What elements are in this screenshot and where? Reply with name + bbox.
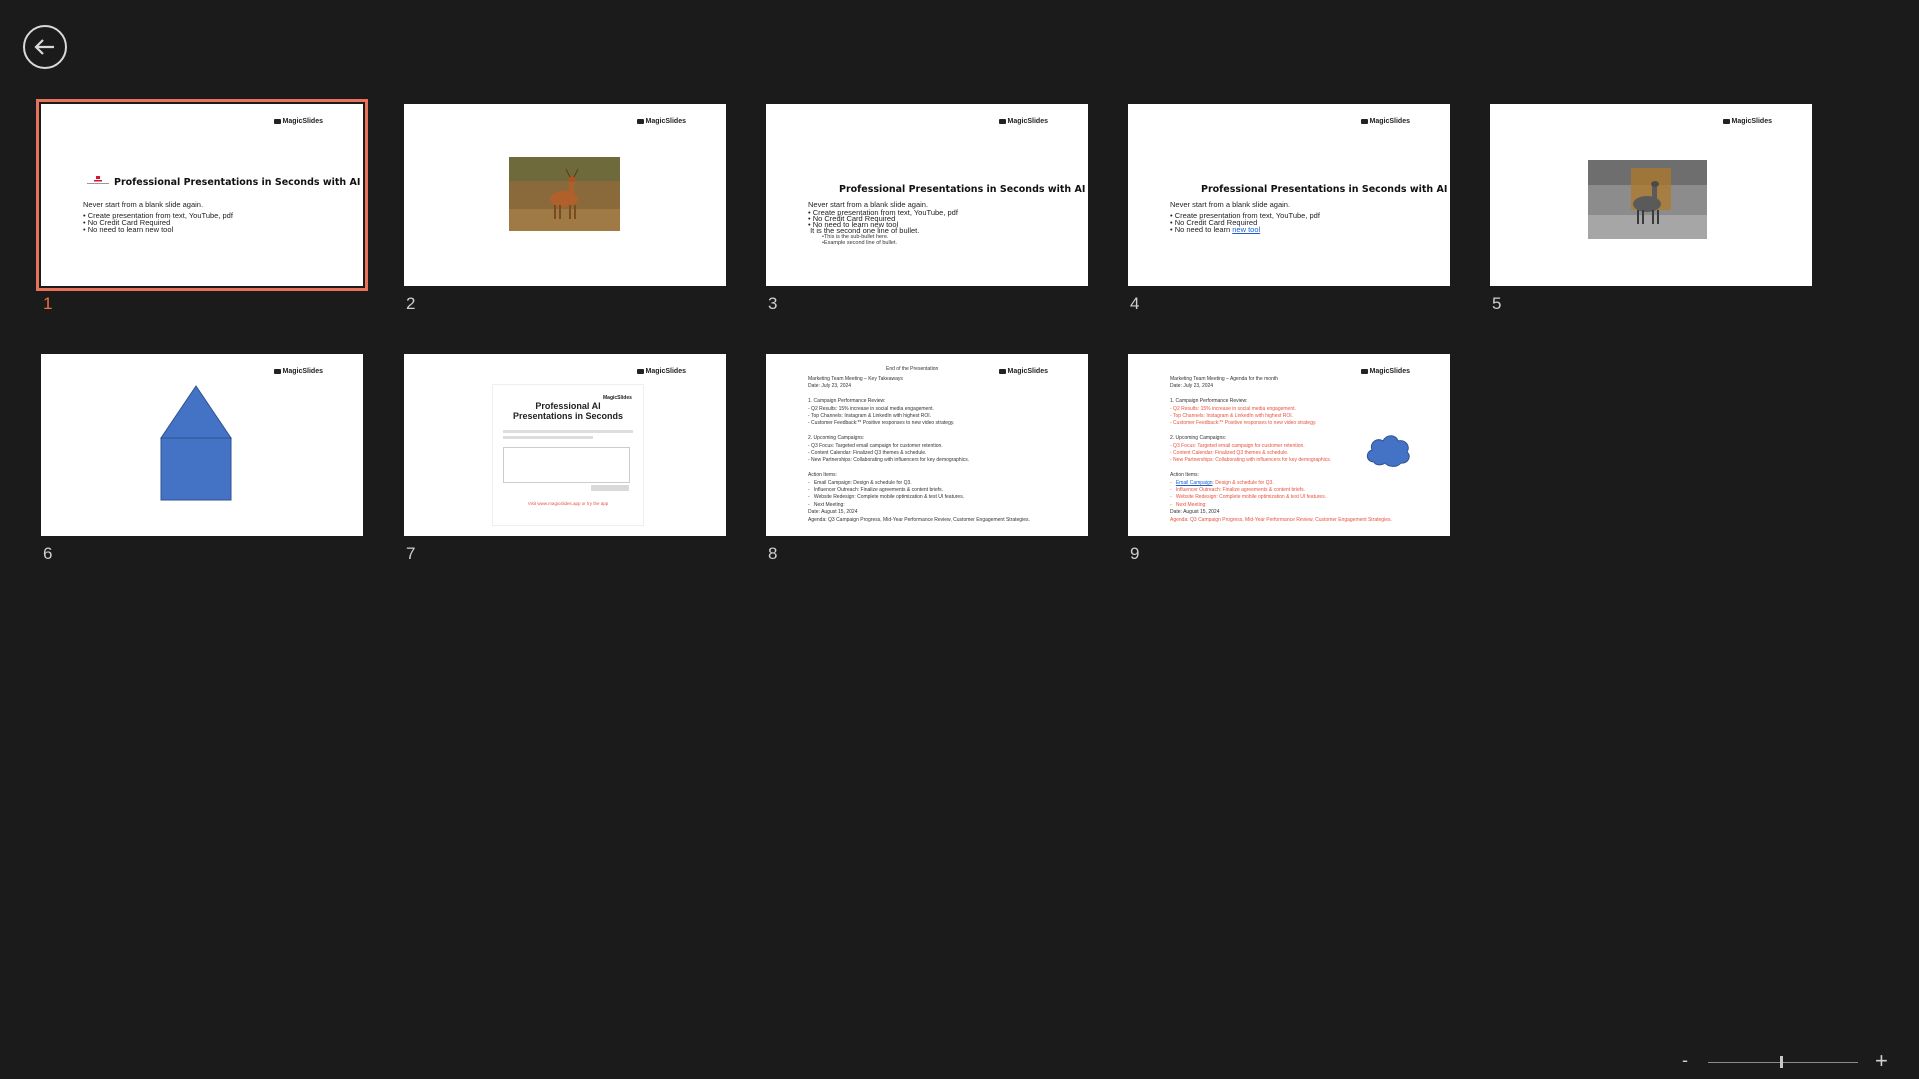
cloud-shape — [1366, 435, 1410, 467]
email-campaign-link[interactable]: Email Campaign — [1176, 480, 1213, 486]
slide-body-line: - New Partnerships: Collaborating with i… — [808, 457, 970, 464]
zoom-in-button[interactable]: + — [1875, 1048, 1888, 1074]
slide-number: 4 — [1130, 294, 1140, 313]
slide-body-line: - Q3 Focus: Targeted email campaign for … — [1170, 442, 1305, 449]
slide-title: Professional Presentations in Seconds wi… — [839, 184, 1086, 195]
slide-body-line: - Q2 Results: 15% increase in social med… — [1170, 405, 1296, 412]
slide-header: End of the Presentation — [886, 366, 939, 372]
slide-body-line: Date: August 15, 2024 — [808, 509, 858, 516]
slide-body-line: - Next Meeting: — [1170, 501, 1207, 508]
slide-title: Professional Presentations in Seconds wi… — [114, 177, 361, 188]
slide-title: Professional AI Presentations in Seconds — [512, 401, 624, 421]
slide-number: 9 — [1130, 544, 1140, 563]
slide-body-line: - Next Meeting: — [808, 501, 845, 508]
zoom-slider[interactable] — [1708, 1062, 1858, 1063]
slide-body-line: - Customer Feedback:** Positive response… — [808, 420, 955, 427]
zoom-control: - + — [1682, 1048, 1892, 1073]
zoom-out-button[interactable]: - — [1682, 1050, 1688, 1071]
slide-body-line: - New Partnerships: Collaborating with i… — [1170, 457, 1332, 464]
slide-thumbnail[interactable]: MagicSlides End of the Presentation Mark… — [766, 354, 1088, 536]
slide-body-line: Action Items: — [808, 472, 837, 479]
embedded-webpage-screenshot: MagicSlides Professional AI Presentation… — [492, 384, 644, 526]
magicslides-logo: MagicSlides — [998, 118, 1048, 125]
slide-body-line: - Top Channels: Instagram & LinkedIn wit… — [1170, 413, 1294, 419]
slide-body-line: • No need to learn new tool — [1170, 225, 1261, 234]
grayscale-deer-photo — [1588, 160, 1707, 239]
subtitle-text — [503, 430, 633, 433]
slide-thumbnail[interactable]: MagicSlides Professional Presentations i… — [1128, 104, 1450, 286]
slide-body-line: - Email Campaign: Design & schedule for … — [1170, 479, 1274, 486]
slide-body-line: • No need to learn new tool — [83, 225, 174, 234]
slide-number: 8 — [768, 544, 778, 563]
slide-body-line: Date: July 23, 2024 — [1170, 383, 1214, 390]
slide-subbullet: •Example second line of bullet. — [822, 240, 897, 246]
slide-body-line: 2. Upcoming Campaigns: — [808, 435, 865, 442]
slide-thumbnail[interactable]: MagicSlides MagicSlides Professional AI … — [404, 354, 726, 536]
slide-number: 1 — [43, 294, 53, 313]
slide-thumbnail[interactable]: MagicSlides Professional Presentations i… — [766, 104, 1088, 286]
slide-body-line: - Influencer Outreach: Finalize agreemen… — [1170, 487, 1306, 493]
magicslides-logo: MagicSlides — [636, 118, 686, 125]
slide-number: 7 — [406, 544, 416, 563]
prompt-input[interactable] — [503, 447, 630, 483]
slide-body-line: Agenda: Q3 Campaign Progress, Mid-Year P… — [808, 516, 1030, 523]
generate-button[interactable] — [591, 485, 629, 491]
slide-body-line: - Content Calendar: Finalized Q3 themes … — [808, 450, 927, 456]
slide-body-line: Marketing Team Meeting – Agenda for the … — [1170, 376, 1279, 382]
slide-body-line: Date: July 23, 2024 — [808, 383, 852, 390]
slide-body-line: - Q3 Focus: Targeted email campaign for … — [808, 442, 943, 449]
slide-body-line: - Website Redesign: Complete mobile opti… — [808, 494, 965, 501]
slide-number: 6 — [43, 544, 53, 563]
magicslides-logo: MagicSlides — [1722, 118, 1772, 125]
slide-agenda: Agenda: Q3 Campaign Progress, Mid-Year P… — [1170, 516, 1392, 523]
slide-thumbnail[interactable]: MagicSlides — [1490, 104, 1812, 286]
slide-thumbnail[interactable]: MagicSlides Marketing Team Meeting – Age… — [1128, 354, 1450, 536]
slide-date: Date: August 15, 2024 — [1170, 509, 1220, 516]
slide-body-line: - Customer Feedback:** Positive response… — [1170, 420, 1317, 427]
slide-body-line: 1. Campaign Performance Review: — [1170, 398, 1248, 405]
logo-mark-icon — [87, 176, 109, 184]
slide-body-line: 1. Campaign Performance Review: — [808, 398, 886, 405]
slide-body-line: Marketing Team Meeting – Key Takeaways — [808, 376, 903, 382]
slide-number: 3 — [768, 294, 778, 313]
slide-body-line: 2. Upcoming Campaigns: — [1170, 435, 1227, 442]
slide-thumbnail[interactable]: MagicSlides — [404, 104, 726, 286]
zoom-slider-thumb[interactable] — [1780, 1056, 1783, 1068]
slide-body-line: - Content Calendar: Finalized Q3 themes … — [1170, 450, 1289, 456]
subtitle-text — [503, 436, 593, 439]
promo-caption: Visit www.magicslides.app or try the app — [527, 501, 609, 506]
slide-body-line: Action Items: — [1170, 472, 1199, 479]
house-shape — [160, 385, 232, 501]
slide-body-line: - Q2 Results: 15% increase in social med… — [808, 405, 934, 412]
slide-thumbnail[interactable]: MagicSlides — [41, 354, 363, 536]
magicslides-logo: MagicSlides — [273, 118, 323, 125]
magicslides-logo: MagicSlides — [636, 368, 686, 375]
slide-number: 2 — [406, 294, 416, 313]
slide-title: Professional Presentations in Seconds wi… — [1201, 184, 1448, 195]
slide-body-line: Never start from a blank slide again. — [83, 200, 204, 209]
slide-body-line: - Influencer Outreach: Finalize agreemen… — [808, 487, 944, 493]
slide-body-line: - Email Campaign: Design & schedule for … — [808, 479, 912, 486]
new-tool-link[interactable]: new tool — [1232, 225, 1260, 234]
slide-body-line: Never start from a blank slide again. — [1170, 200, 1291, 209]
slide-body-line: - Website Redesign: Complete mobile opti… — [1170, 494, 1327, 501]
deer-photo — [509, 157, 620, 231]
slide-body-line: - Top Channels: Instagram & LinkedIn wit… — [808, 413, 932, 419]
slide-number: 5 — [1492, 294, 1502, 313]
magicslides-logo: MagicSlides — [273, 368, 323, 375]
slide-thumbnail[interactable]: MagicSlides Professional Presentations i… — [36, 99, 368, 291]
magicslides-logo: MagicSlides — [1360, 118, 1410, 125]
magicslides-logo: MagicSlides — [1360, 368, 1410, 375]
slide-sorter-grid: MagicSlides Professional Presentations i… — [0, 0, 1919, 600]
magicslides-logo: MagicSlides — [998, 368, 1048, 375]
